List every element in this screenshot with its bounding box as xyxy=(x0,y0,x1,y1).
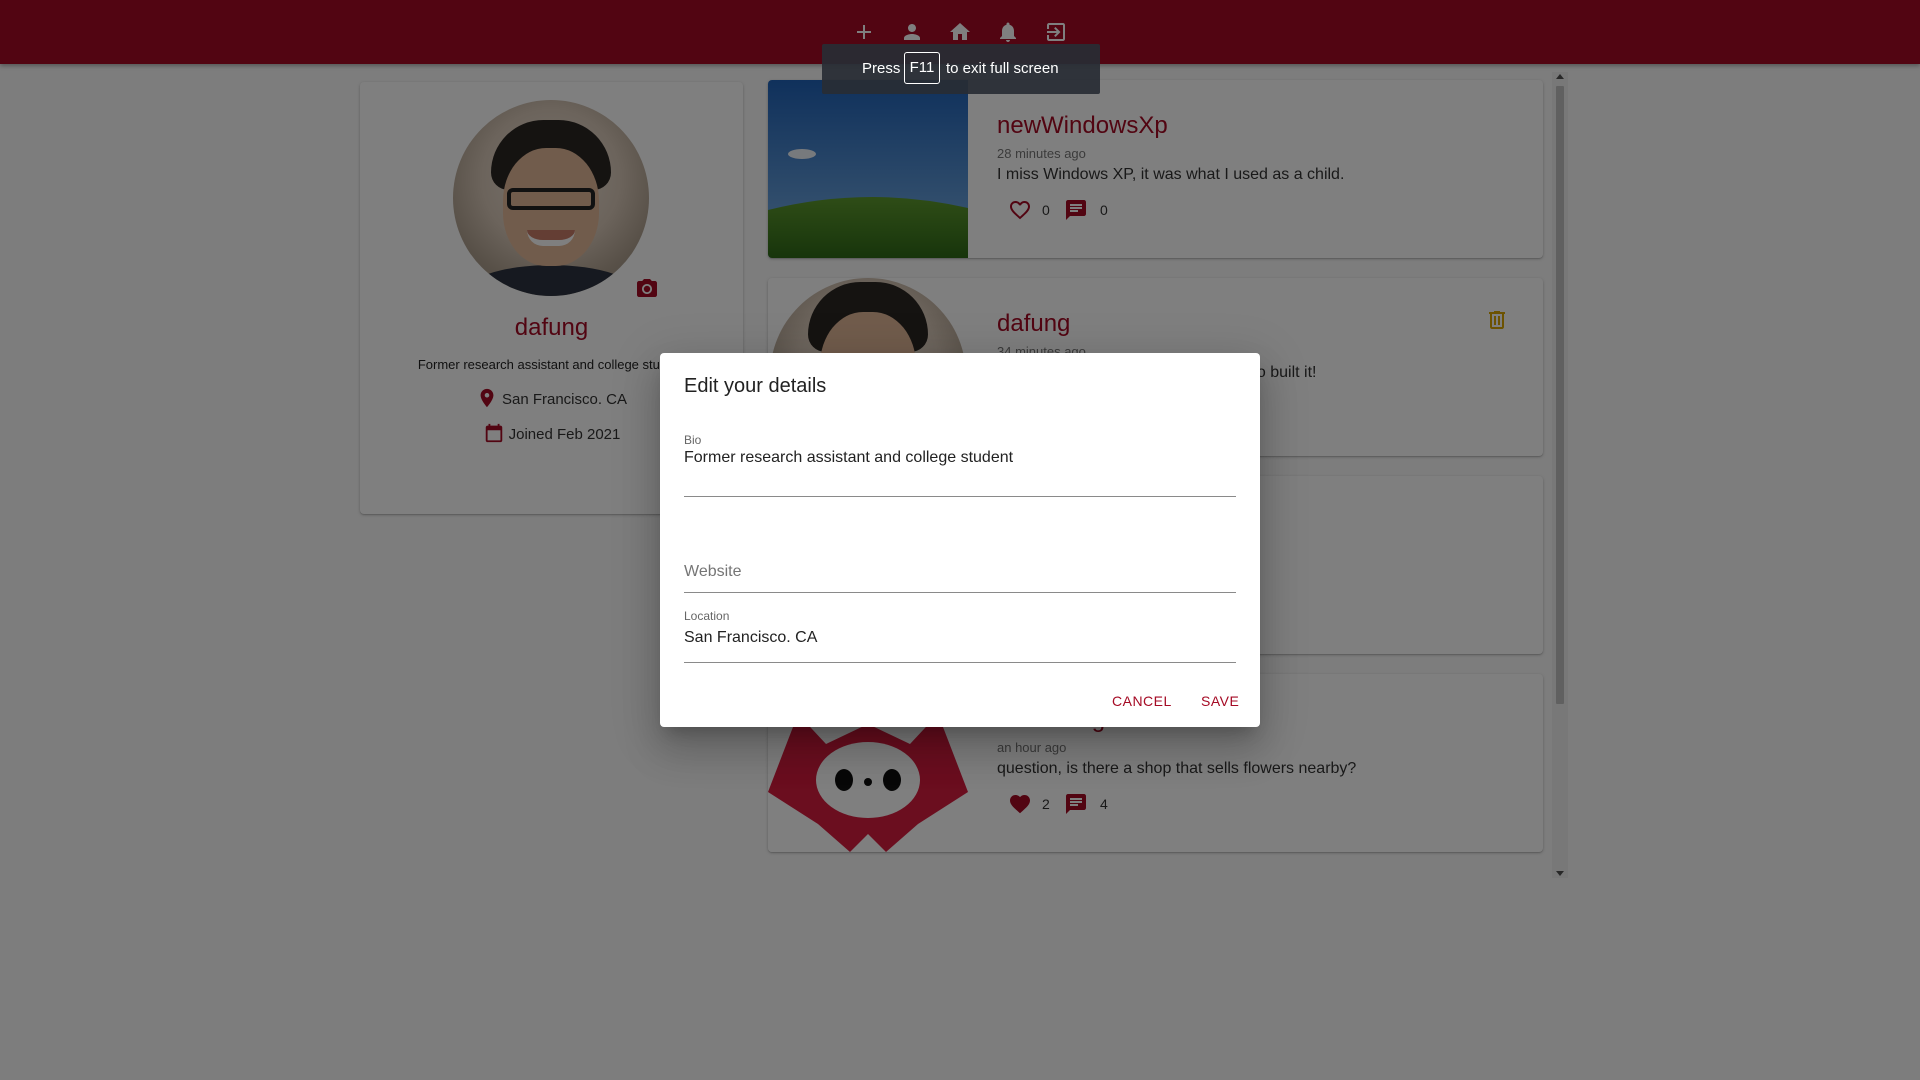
location-label: Location xyxy=(684,609,730,623)
save-button[interactable]: SAVE xyxy=(1201,693,1239,709)
bio-label: Bio xyxy=(684,433,702,447)
cancel-button[interactable]: CANCEL xyxy=(1112,693,1172,709)
fullscreen-key: F11 xyxy=(904,52,940,84)
website-field xyxy=(684,559,1236,593)
location-input[interactable] xyxy=(684,629,1236,647)
location-underline xyxy=(684,662,1236,663)
website-underline xyxy=(684,592,1236,593)
bio-input[interactable] xyxy=(684,449,1236,467)
fullscreen-notice-suffix: to exit full screen xyxy=(946,60,1059,77)
location-field: Location xyxy=(684,609,1236,663)
fullscreen-notice: Press F11 to exit full screen xyxy=(822,44,1100,94)
dialog-title: Edit your details xyxy=(684,375,827,397)
website-input[interactable] xyxy=(684,563,1236,581)
bio-underline xyxy=(684,496,1236,497)
fullscreen-notice-prefix: Press xyxy=(862,60,901,77)
bio-field: Bio xyxy=(684,433,1236,497)
edit-details-dialog: Edit your details Bio Location CANCEL SA… xyxy=(660,353,1260,727)
